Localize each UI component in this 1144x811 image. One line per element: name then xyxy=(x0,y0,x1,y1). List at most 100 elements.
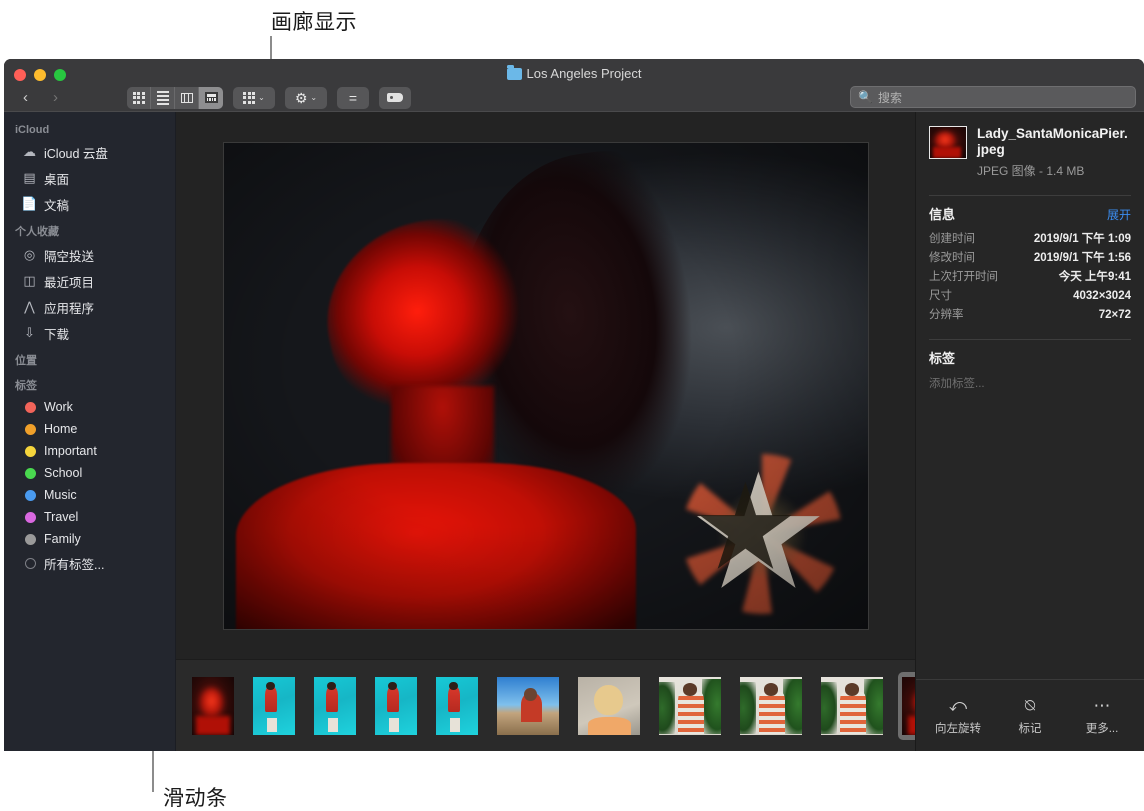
divider xyxy=(929,195,1131,197)
filmstrip-item[interactable] xyxy=(432,672,482,740)
thumb-1 xyxy=(192,676,234,735)
info-title: 信息 xyxy=(929,207,956,223)
sidebar-item-tag-family[interactable]: Family xyxy=(4,528,175,550)
sidebar-item-label: Music xyxy=(44,488,77,502)
icon-view-button[interactable] xyxy=(127,86,151,109)
add-tags-button[interactable] xyxy=(379,86,411,109)
sidebar-item-applications[interactable]: ⋀ 应用程序 xyxy=(4,294,175,320)
info-row: 创建时间 2019/9/1 下午 1:09 xyxy=(929,228,1131,247)
view-mode-segmented-control xyxy=(127,86,223,109)
sidebar-item-all-tags[interactable]: 所有标签... xyxy=(4,550,175,576)
grid-icon xyxy=(132,91,145,104)
filmstrip-item[interactable] xyxy=(817,672,887,740)
sidebar-item-tag-travel[interactable]: Travel xyxy=(4,506,175,528)
toolbar: ‹ › ⌄ ⚙ ⌄ = 🔍 搜索 xyxy=(4,83,1144,112)
info-expand-link[interactable]: 展开 xyxy=(1107,206,1131,223)
sidebar-item-downloads[interactable]: ⇩ 下载 xyxy=(4,320,175,346)
filmstrip-item[interactable] xyxy=(574,672,644,740)
recents-icon: ◫ xyxy=(23,273,36,288)
tag-dot-icon xyxy=(22,510,37,525)
sidebar-item-label: 桌面 xyxy=(44,172,70,187)
info-inspector: Lady_SantaMonicaPier.jpeg JPEG 图像 - 1.4 … xyxy=(915,112,1144,751)
finder-window: Los Angeles Project ‹ › ⌄ ⚙ ⌄ = 🔍 搜索 iCl… xyxy=(4,59,1144,751)
filmstrip-item-selected[interactable] xyxy=(898,671,915,740)
filmstrip-item[interactable] xyxy=(736,672,806,740)
sidebar-item-tag-home[interactable]: Home xyxy=(4,418,175,440)
sidebar-item-desktop[interactable]: ▤ 桌面 xyxy=(4,165,175,191)
window-title-text: Los Angeles Project xyxy=(526,66,642,81)
thumb-5 xyxy=(436,676,478,735)
list-view-button[interactable] xyxy=(151,86,175,109)
tags-section-header: 标签 xyxy=(929,348,1131,367)
sidebar-item-label: 最近项目 xyxy=(44,275,95,290)
markup-button[interactable]: ⍉ 标记 xyxy=(998,695,1062,736)
info-row: 修改时间 2019/9/1 下午 1:56 xyxy=(929,247,1131,266)
sidebar-item-tag-school[interactable]: School xyxy=(4,462,175,484)
filmstrip-item[interactable] xyxy=(310,672,360,740)
group-by-button[interactable]: ⌄ xyxy=(233,86,275,109)
applications-icon: ⋀ xyxy=(24,299,35,314)
sidebar-item-label: Family xyxy=(44,532,81,546)
sidebar-item-label: 下载 xyxy=(44,327,70,342)
file-header: Lady_SantaMonicaPier.jpeg JPEG 图像 - 1.4 … xyxy=(929,126,1131,179)
close-button[interactable] xyxy=(14,69,26,81)
gallery-content xyxy=(176,112,915,751)
filmstrip-scroller[interactable] xyxy=(176,659,915,751)
tag-dot-icon xyxy=(22,400,37,415)
filmstrip-item[interactable] xyxy=(371,672,421,740)
add-tags-field[interactable]: 添加标签... xyxy=(929,372,1131,391)
forward-button[interactable]: › xyxy=(42,87,69,109)
tag-dot-icon xyxy=(22,488,37,503)
sidebar-item-label: Work xyxy=(44,400,73,414)
sidebar-item-tag-important[interactable]: Important xyxy=(4,440,175,462)
rotate-left-icon: ⤺ xyxy=(948,695,968,715)
back-button[interactable]: ‹ xyxy=(12,87,39,109)
sidebar-header-locations: 位置 xyxy=(15,355,37,367)
minimize-button[interactable] xyxy=(34,69,46,81)
action-menu-button[interactable]: ⚙ ⌄ xyxy=(285,86,327,109)
hero-photo[interactable] xyxy=(223,142,868,629)
column-view-button[interactable] xyxy=(175,86,199,109)
sidebar-item-label: Travel xyxy=(44,510,79,524)
documents-icon: 📄 xyxy=(21,196,38,211)
file-name: Lady_SantaMonicaPier.jpeg xyxy=(977,126,1128,158)
thumb-9 xyxy=(740,676,802,735)
callout-gallery-view-label: 画廊显示 xyxy=(271,11,357,34)
grid-group-icon xyxy=(243,91,256,104)
photo-vignette xyxy=(223,142,868,629)
info-section-header: 信息 展开 xyxy=(929,204,1131,223)
sidebar-item-icloud-drive[interactable]: ☁ iCloud 云盘 xyxy=(4,139,175,165)
sidebar[interactable]: iCloud ☁ iCloud 云盘 ▤ 桌面 📄 文稿 个人收藏 ◎ 隔空投送 xyxy=(4,112,176,751)
search-icon: 🔍 xyxy=(858,90,873,104)
more-button[interactable]: ⋯ 更多... xyxy=(1070,695,1134,736)
zoom-button[interactable] xyxy=(54,69,66,81)
sidebar-item-documents[interactable]: 📄 文稿 xyxy=(4,191,175,217)
sidebar-header-icloud: iCloud xyxy=(15,124,50,136)
downloads-icon: ⇩ xyxy=(24,325,35,340)
nav-buttons: ‹ › xyxy=(12,87,69,109)
share-button[interactable]: = xyxy=(337,86,369,109)
window-body: iCloud ☁ iCloud 云盘 ▤ 桌面 📄 文稿 个人收藏 ◎ 隔空投送 xyxy=(4,112,1144,751)
sidebar-item-label: 文稿 xyxy=(44,198,70,213)
window-controls xyxy=(14,69,66,81)
rotate-left-button[interactable]: ⤺ 向左旋转 xyxy=(926,695,990,736)
filmstrip-item[interactable] xyxy=(249,672,299,740)
filmstrip-item[interactable] xyxy=(188,672,238,740)
sidebar-item-label: 应用程序 xyxy=(44,301,95,316)
sidebar-item-recents[interactable]: ◫ 最近项目 xyxy=(4,268,175,294)
sidebar-item-tag-music[interactable]: Music xyxy=(4,484,175,506)
thumb-4 xyxy=(375,676,417,735)
inspector-quick-actions: ⤺ 向左旋转 ⍉ 标记 ⋯ 更多... xyxy=(916,679,1144,751)
filmstrip-item[interactable] xyxy=(493,672,563,740)
gallery-view-button[interactable] xyxy=(199,86,223,109)
filmstrip-item[interactable] xyxy=(655,672,725,740)
search-field[interactable]: 🔍 搜索 xyxy=(850,86,1136,108)
info-value: 4032×3024 xyxy=(1073,289,1131,302)
info-value: 2019/9/1 下午 1:56 xyxy=(1033,251,1131,264)
gallery-icon xyxy=(204,92,218,103)
sidebar-item-label: iCloud 云盘 xyxy=(44,146,108,161)
tag-dot-icon xyxy=(22,466,37,481)
chevron-down-icon: ⌄ xyxy=(258,92,265,102)
sidebar-item-tag-work[interactable]: Work xyxy=(4,396,175,418)
sidebar-item-airdrop[interactable]: ◎ 隔空投送 xyxy=(4,242,175,268)
